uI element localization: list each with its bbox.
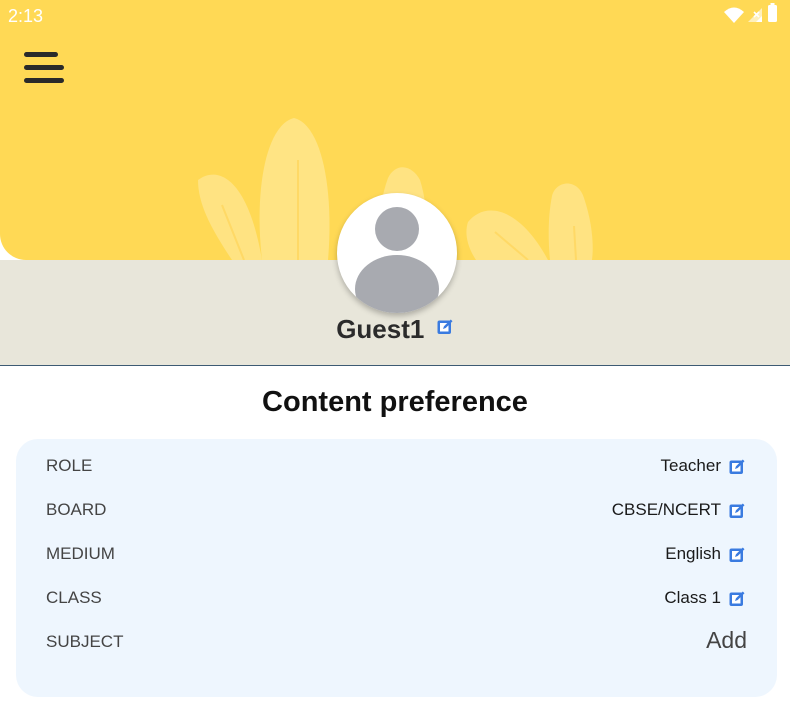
pref-value-medium: English bbox=[665, 544, 721, 563]
menu-line bbox=[24, 65, 64, 70]
edit-board-icon[interactable] bbox=[729, 502, 746, 519]
pref-value-class: Class 1 bbox=[664, 588, 721, 607]
add-subject-button[interactable]: Add bbox=[706, 627, 747, 654]
content-preference-title: Content preference bbox=[262, 386, 528, 418]
pref-row-board: BOARD CBSE/NCERT bbox=[16, 495, 777, 525]
pref-label-medium: MEDIUM bbox=[46, 544, 115, 563]
edit-name-icon[interactable] bbox=[437, 318, 454, 335]
profile-name: Guest1 bbox=[336, 314, 425, 344]
edit-class-icon[interactable] bbox=[729, 590, 746, 607]
user-avatar-icon bbox=[337, 193, 457, 313]
status-icons bbox=[724, 3, 777, 23]
wifi-icon bbox=[724, 7, 744, 23]
pref-row-medium: MEDIUM English bbox=[16, 539, 777, 569]
pref-value-board: CBSE/NCERT bbox=[611, 500, 721, 519]
menu-line bbox=[24, 78, 64, 83]
signal-icon bbox=[748, 8, 762, 22]
profile-name-row: Guest1 bbox=[0, 314, 790, 350]
pref-label-role: ROLE bbox=[46, 456, 93, 475]
hamburger-menu-icon[interactable] bbox=[18, 46, 70, 90]
edit-medium-icon[interactable] bbox=[729, 546, 746, 563]
pref-label-subject: SUBJECT bbox=[46, 632, 124, 651]
pref-row-class: CLASS Class 1 bbox=[16, 583, 777, 613]
battery-icon bbox=[768, 3, 777, 22]
menu-line bbox=[24, 52, 58, 57]
pref-row-subject: SUBJECT Add bbox=[16, 627, 777, 657]
content-preference-card: ROLE Teacher BOARD CBSE/NCERT MEDIUM Eng… bbox=[16, 439, 777, 697]
pref-label-class: CLASS bbox=[46, 588, 102, 607]
pref-value-role: Teacher bbox=[660, 456, 721, 475]
status-time: 2:13 bbox=[8, 6, 44, 26]
pref-label-board: BOARD bbox=[46, 500, 107, 519]
pref-row-role: ROLE Teacher bbox=[16, 451, 777, 481]
edit-role-icon[interactable] bbox=[729, 458, 746, 475]
status-bar: 2:13 bbox=[0, 0, 790, 32]
